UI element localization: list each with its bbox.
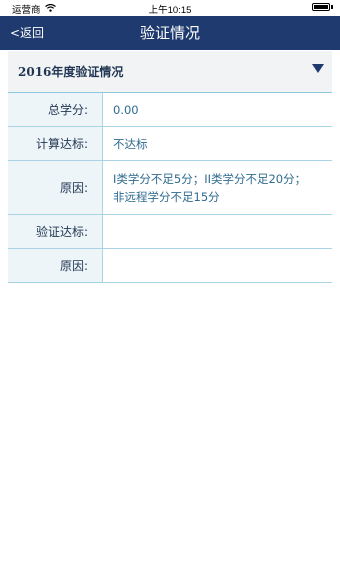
row-value <box>103 249 332 282</box>
table-row-calc-standard: 计算达标: 不达标 <box>8 127 332 161</box>
reason-line-2: 非远程学分不足15分 <box>113 189 220 204</box>
battery-fill <box>314 5 328 9</box>
row-label: 原因: <box>8 161 103 214</box>
battery-cap <box>331 5 333 9</box>
row-label: 验证达标: <box>8 215 103 248</box>
reason-line-1: I类学分不足5分；II类学分不足20分； <box>113 171 307 186</box>
row-value: 不达标 <box>113 136 148 151</box>
row-label: 原因: <box>8 249 103 282</box>
table-row-reason: 原因: I类学分不足5分；II类学分不足20分； 非远程学分不足15分 <box>8 161 332 215</box>
row-value <box>103 215 332 248</box>
verification-table: 总学分: 0.00 计算达标: 不达标 原因: I类学分不足5分；II类学分不足… <box>8 93 332 283</box>
screen: 运营商 上午10:15 <返回 验证情况 2016年度验证情况 总学分: 0.0… <box>0 0 340 583</box>
triangle-down-icon[interactable] <box>312 64 324 73</box>
table-row-total-credits: 总学分: 0.00 <box>8 93 332 127</box>
section-header-2016[interactable]: 2016年度验证情况 <box>8 51 332 93</box>
status-bar: 运营商 上午10:15 <box>0 0 340 16</box>
row-label: 总学分: <box>8 93 103 126</box>
table-row-verify-reason: 原因: <box>8 249 332 283</box>
navbar: <返回 验证情况 <box>0 16 340 50</box>
status-time: 上午10:15 <box>148 5 192 16</box>
battery-icon <box>312 3 330 11</box>
section-title: 2016年度验证情况 <box>18 65 124 79</box>
row-value: 0.00 <box>113 102 139 117</box>
table-row-verify-standard: 验证达标: <box>8 215 332 249</box>
row-label: 计算达标: <box>8 127 103 160</box>
page-title: 验证情况 <box>139 24 200 42</box>
row-value: I类学分不足5分；II类学分不足20分； 非远程学分不足15分 <box>103 161 332 214</box>
